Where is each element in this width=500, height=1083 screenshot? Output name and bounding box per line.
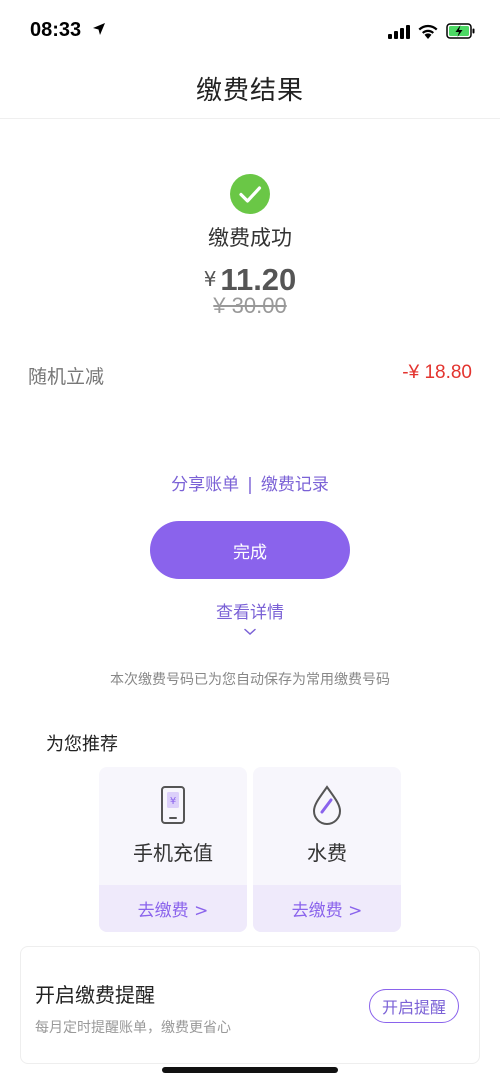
wifi-icon [418, 24, 438, 39]
chevron-down-icon[interactable] [244, 628, 256, 636]
link-separator: | [247, 475, 253, 495]
bill-links-row: 分享账单 | 缴费记录 [0, 470, 500, 495]
discount-label: 随机立减 [28, 366, 105, 388]
cellular-signal-icon [388, 25, 410, 39]
water-drop-icon [312, 785, 342, 825]
home-indicator[interactable] [162, 1067, 338, 1073]
recommendation-label: 手机充值 [133, 841, 213, 865]
share-bill-link[interactable]: 分享账单 [171, 475, 239, 495]
discount-value: -¥ 18.80 [402, 362, 472, 383]
payment-records-link[interactable]: 缴费记录 [261, 475, 329, 495]
recommendations-title: 为您推荐 [46, 734, 118, 755]
phone-recharge-icon: ¥ [161, 786, 185, 824]
success-check-icon [230, 174, 270, 214]
enable-reminder-button[interactable]: 开启提醒 [369, 989, 459, 1023]
svg-text:¥: ¥ [170, 796, 176, 807]
currency-symbol: ¥ [203, 267, 217, 291]
payment-status-text: 缴费成功 [208, 226, 292, 250]
reminder-subtitle: 每月定时提醒账单，缴费更省心 [35, 1020, 231, 1036]
go-pay-button[interactable]: 去缴费 > [99, 885, 247, 932]
view-details-link[interactable]: 查看详情 [0, 598, 500, 623]
battery-charging-icon [446, 23, 475, 39]
go-pay-button[interactable]: 去缴费 > [253, 885, 401, 932]
auto-saved-note: 本次缴费号码已为您自动保存为常用缴费号码 [110, 672, 390, 688]
reminder-title: 开启缴费提醒 [35, 983, 155, 1007]
done-button[interactable]: 完成 [150, 521, 350, 579]
recommendation-water-bill[interactable]: 水费 去缴费 > [253, 767, 401, 932]
header-divider [0, 118, 500, 119]
original-amount: ¥ 30.00 [213, 293, 287, 318]
paid-amount-value: 11.20 [220, 262, 297, 297]
recommendation-phone-recharge[interactable]: ¥ 手机充值 去缴费 > [99, 767, 247, 932]
status-bar: 08:33 [0, 0, 500, 62]
page-title: 缴费结果 [195, 76, 304, 106]
recommendation-label: 水费 [307, 841, 347, 865]
payment-reminder-card: 开启缴费提醒 每月定时提醒账单，缴费更省心 开启提醒 [20, 946, 480, 1064]
location-arrow-icon [93, 23, 105, 35]
status-time: 08:33 [30, 19, 82, 41]
